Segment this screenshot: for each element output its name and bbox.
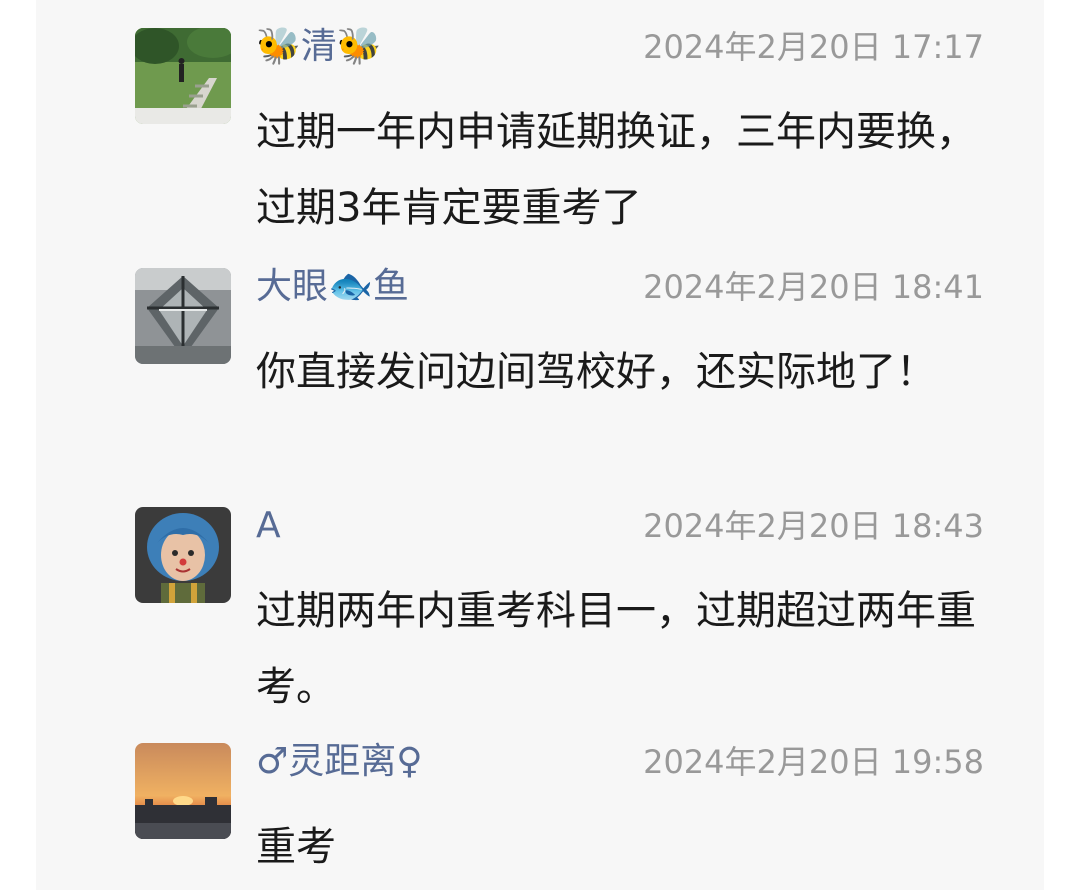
garden-path-photo-avatar[interactable] — [135, 28, 231, 124]
glass-structure-photo-avatar[interactable] — [135, 268, 231, 364]
sunset-image — [135, 743, 231, 839]
comment-text: 过期两年内重考科目一，过期超过两年重考。 — [256, 588, 976, 710]
timestamp: 2024年2月20日 18:41 — [643, 268, 984, 306]
comment-panel: 🐝清🐝 2024年2月20日 17:17 过期一年内申请延期换证，三年内要换，过… — [36, 0, 1044, 890]
nickname[interactable]: 🐝清🐝 — [256, 22, 382, 72]
nickname[interactable]: 大眼🐟鱼 — [256, 262, 409, 312]
comment-text: 你直接发问边间驾校好，还实际地了！ — [256, 349, 936, 395]
blue-hair-girl-image — [135, 507, 231, 603]
timestamp: 2024年2月20日 18:43 — [643, 507, 984, 545]
comment-text: 过期一年内申请延期换证，三年内要换，过期3年肯定要重考了 — [256, 109, 976, 231]
comment-text: 重考 — [256, 824, 336, 870]
glass-structure-image — [135, 268, 231, 364]
garden-path-image — [135, 28, 231, 124]
nickname[interactable]: ♂灵距离♀ — [256, 737, 423, 787]
sunset-photo-avatar[interactable] — [135, 743, 231, 839]
timestamp: 2024年2月20日 17:17 — [643, 28, 984, 66]
blue-hair-girl-avatar[interactable] — [135, 507, 231, 603]
timestamp: 2024年2月20日 19:58 — [643, 743, 984, 781]
nickname[interactable]: A — [256, 501, 281, 551]
